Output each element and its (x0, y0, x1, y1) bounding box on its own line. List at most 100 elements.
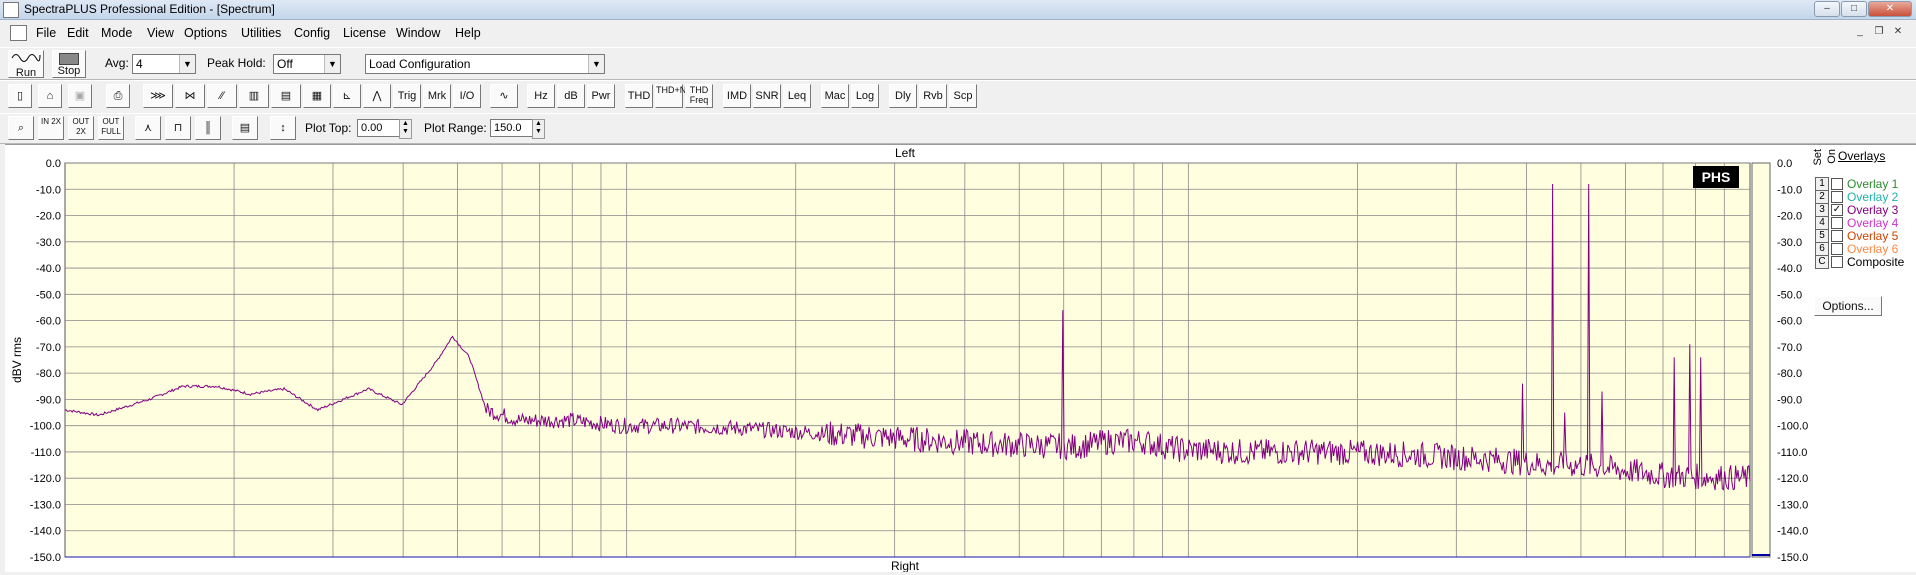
thd-button[interactable]: THD (625, 84, 653, 108)
document-icon[interactable] (10, 25, 27, 41)
save-disk-icon[interactable]: ▣ (68, 84, 92, 108)
menu-utilities[interactable]: Utilities (241, 26, 281, 40)
plot-range-input[interactable]: 150.0 ▲ ▼ (490, 119, 545, 139)
thd-n-button[interactable]: THD+N (655, 84, 686, 108)
zoom-out-full-button[interactable]: OUT FULL (98, 116, 124, 140)
phase-icon[interactable]: ⁄⁄ (207, 84, 237, 108)
overlay-on-checkbox-5[interactable] (1831, 230, 1843, 242)
plot-top-input[interactable]: 0.00 ▲ ▼ (357, 119, 412, 139)
overlay-set-button-3[interactable]: 3 (1815, 203, 1829, 217)
print-icon[interactable]: ⎙ (106, 84, 130, 108)
spin-arrows-icon[interactable]: ▲ ▼ (532, 119, 545, 139)
waveform-icon[interactable]: ⋙ (143, 84, 173, 108)
octave-icon[interactable]: ⊓ (165, 116, 191, 140)
y-tick-label: 0.0 (46, 158, 61, 170)
3d-surface-icon[interactable]: ▤ (271, 84, 301, 108)
generator-icon[interactable]: ∿ (490, 84, 518, 108)
y-tick-label-right: -140.0 (1777, 526, 1808, 538)
menu-help[interactable]: Help (455, 26, 481, 40)
overlay-set-button-4[interactable]: 4 (1815, 216, 1829, 230)
run-button[interactable]: Run (8, 50, 44, 79)
marker-button[interactable]: Mrk (423, 84, 451, 108)
io-button[interactable]: I/O (453, 84, 481, 108)
leq-button[interactable]: Leq (783, 84, 811, 108)
overlay-on-checkbox-6[interactable] (1831, 243, 1843, 255)
snr-button[interactable]: SNR (753, 84, 781, 108)
spectrogram-icon[interactable]: ▥ (239, 84, 269, 108)
chevron-down-icon[interactable]: ▼ (179, 55, 195, 73)
menu-bar: File Edit Mode View Options Utilities Co… (0, 22, 1916, 44)
display-options-icon[interactable]: ▤ (232, 116, 258, 140)
close-icon[interactable]: ✕ (1868, 1, 1912, 17)
menu-edit[interactable]: Edit (67, 26, 89, 40)
minimize-icon[interactable]: – (1814, 1, 1840, 17)
log-button[interactable]: Log (851, 84, 879, 108)
y-tick-label: -20.0 (36, 211, 61, 223)
y-tick-label-right: -110.0 (1777, 447, 1807, 459)
sine-wave-icon (11, 54, 41, 62)
maximize-icon[interactable]: □ (1841, 1, 1867, 17)
imd-button[interactable]: IMD (723, 84, 751, 108)
overlay-set-button-5[interactable]: 5 (1815, 229, 1829, 243)
delay-button[interactable]: Dly (889, 84, 917, 108)
y-tick-label: -90.0 (36, 394, 61, 406)
menu-options[interactable]: Options (184, 26, 227, 40)
phs-logo-text: PHS (1702, 169, 1731, 185)
overlay-on-checkbox-C[interactable] (1831, 256, 1843, 268)
y-tick-label: -40.0 (36, 263, 61, 275)
db-button[interactable]: dB (557, 84, 585, 108)
hz-button[interactable]: Hz (527, 84, 555, 108)
mdi-restore-icon[interactable]: ❐ (1872, 26, 1886, 39)
peak-icon[interactable]: ⋏ (135, 116, 161, 140)
peak-hold-select[interactable]: Off ▼ (273, 54, 341, 74)
on-column-label: On (1826, 149, 1838, 164)
overlay-set-button-C[interactable]: C (1815, 255, 1829, 269)
chevron-down-icon[interactable]: ▼ (588, 55, 604, 73)
scope-button[interactable]: Scp (949, 84, 977, 108)
new-file-icon[interactable]: ▯ (8, 84, 32, 108)
reverb-button[interactable]: Rvb (919, 84, 947, 108)
menu-view[interactable]: View (147, 26, 174, 40)
overlay-on-checkbox-2[interactable] (1831, 191, 1843, 203)
bars-icon[interactable]: ║ (195, 116, 221, 140)
scale-icon[interactable]: ↕ (270, 116, 296, 140)
macro-button[interactable]: Mac (821, 84, 849, 108)
menu-window[interactable]: Window (396, 26, 440, 40)
overlay-on-checkbox-1[interactable] (1831, 178, 1843, 190)
toolbar-zoom: ⌕ IN 2X OUT 2X OUT FULL ⋏ ⊓ ║ ▤ ↕ Plot T… (0, 113, 1916, 144)
zoom-out-2x-button[interactable]: OUT 2X (68, 116, 94, 140)
overlay-set-button-6[interactable]: 6 (1815, 242, 1829, 256)
weighting-icon[interactable]: ⋀ (363, 84, 391, 108)
load-config-select[interactable]: Load Configuration ▼ (365, 54, 605, 74)
overlay-set-button-1[interactable]: 1 (1815, 177, 1829, 191)
power-button[interactable]: Pwr (587, 84, 615, 108)
zoom-magnifier-icon[interactable]: ⌕ (8, 116, 34, 140)
zoom-in-2x-button[interactable]: IN 2X (38, 116, 64, 140)
overlay-on-checkbox-3[interactable]: ✓ (1831, 204, 1843, 216)
open-folder-icon[interactable]: ⌂ (38, 84, 62, 108)
plot-range-label: Plot Range: (424, 121, 487, 135)
axis-icon[interactable]: ⊾ (333, 84, 361, 108)
menu-license[interactable]: License (343, 26, 386, 40)
graph-bottom-label: Right (891, 559, 920, 572)
mdi-minimize-icon[interactable]: _ (1853, 26, 1867, 39)
thd-freq-button[interactable]: THD Freq (685, 84, 713, 108)
spectrum-icon[interactable]: ⋈ (175, 84, 205, 108)
y-tick-label-right: -30.0 (1777, 237, 1802, 249)
table-view-icon[interactable]: ▦ (303, 84, 331, 108)
overlay-label-5: Overlay 5 (1847, 229, 1899, 243)
menu-mode[interactable]: Mode (101, 26, 132, 40)
spin-arrows-icon[interactable]: ▲ ▼ (399, 119, 412, 139)
overlay-set-button-2[interactable]: 2 (1815, 190, 1829, 204)
overlay-options-button[interactable]: Options... (1814, 296, 1882, 316)
stop-button[interactable]: Stop (52, 50, 86, 78)
menu-config[interactable]: Config (294, 26, 330, 40)
avg-select[interactable]: 4 ▼ (132, 54, 196, 74)
menu-file[interactable]: File (36, 26, 56, 40)
chevron-down-icon[interactable]: ▼ (324, 55, 340, 73)
overlay-on-checkbox-4[interactable] (1831, 217, 1843, 229)
spectrum-chart-svg[interactable]: 0.0 -10.0 -20.0 -30.0 -40.0 -50.0 -60.0 -70.0 -8… (5, 145, 1916, 573)
plot-area[interactable] (64, 162, 1751, 558)
mdi-close-icon[interactable]: ✕ (1891, 26, 1905, 39)
trigger-button[interactable]: Trig (393, 84, 421, 108)
